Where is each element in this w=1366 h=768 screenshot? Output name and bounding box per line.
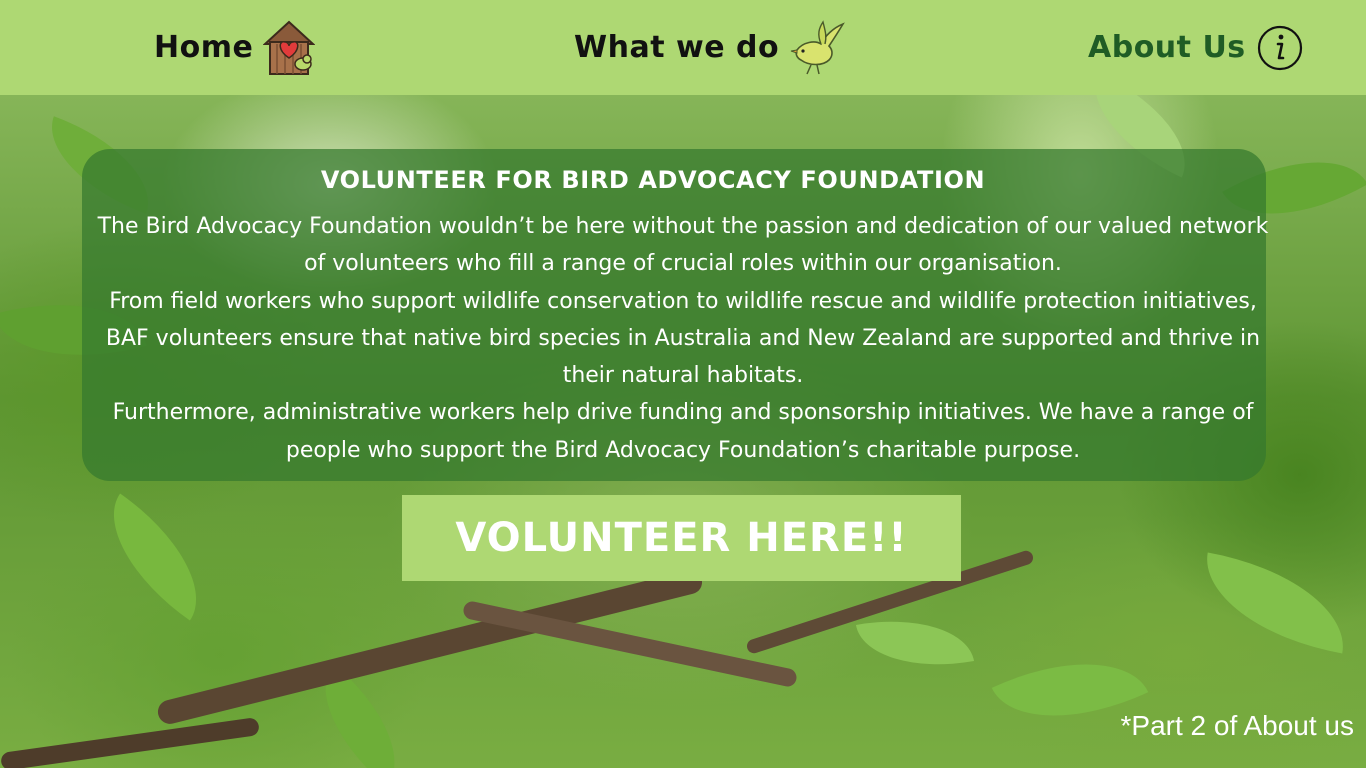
volunteer-button[interactable]: VOLUNTEER HERE!!	[402, 495, 961, 581]
nav-home-link[interactable]: Home	[154, 0, 316, 95]
paragraph: The Bird Advocacy Foundation wouldn’t be…	[97, 214, 1269, 277]
nav-what-label: What we do	[574, 30, 780, 65]
paragraph: From field workers who support wildlife …	[105, 288, 1261, 389]
nav-about-us-link[interactable]: About Us	[1088, 0, 1304, 95]
birdhouse-heart-icon	[263, 20, 316, 76]
bird-icon	[789, 19, 845, 76]
tree-branch	[0, 716, 260, 768]
leaf	[1194, 552, 1356, 654]
leaf	[83, 493, 227, 621]
nav-what-we-do-link[interactable]: What we do	[574, 0, 845, 95]
paragraph: Furthermore, administrative workers help…	[112, 400, 1254, 463]
info-icon	[1256, 24, 1304, 72]
panel-heading: VOLUNTEER FOR BIRD ADVOCACY FOUNDATION	[320, 166, 986, 194]
panel-body: The Bird Advocacy Foundation wouldn’t be…	[94, 208, 1272, 469]
footnote-text: *Part 2 of About us	[1120, 710, 1355, 741]
top-nav: Home What we do About Us	[0, 0, 1366, 95]
leaf	[855, 605, 975, 681]
nav-about-label: About Us	[1088, 30, 1246, 65]
nav-home-label: Home	[154, 30, 254, 65]
